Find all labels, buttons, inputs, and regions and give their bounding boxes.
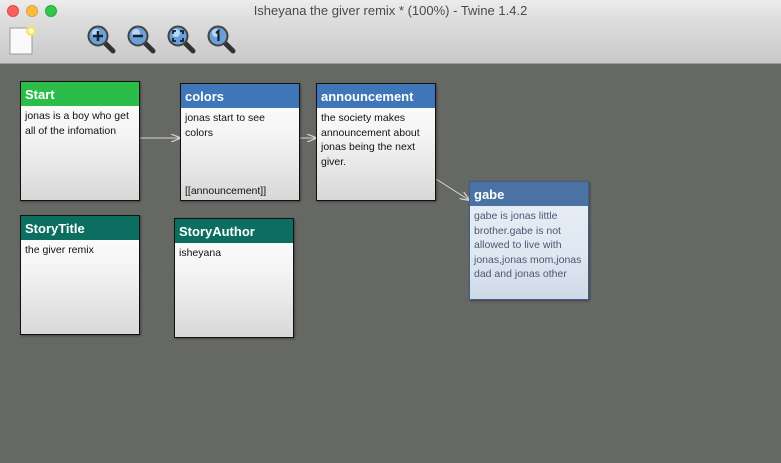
passage-excerpt: isheyana (179, 247, 222, 259)
passage-title: Start (21, 82, 139, 106)
passage-excerpt: jonas start to see colors [[announcement… (185, 112, 267, 197)
title-bar: Isheyana the giver remix * (100%) - Twin… (0, 0, 781, 22)
zoom-actual-icon (207, 25, 236, 54)
passage-storytitle[interactable]: StoryTitle the giver remix (20, 215, 140, 335)
zoom-actual-button[interactable] (206, 24, 236, 54)
passage-colors[interactable]: colors jonas start to see colors [[annou… (180, 83, 300, 201)
toolbar (0, 22, 781, 64)
passage-announcement[interactable]: announcement the society makes announcem… (316, 83, 436, 201)
passage-storyauthor[interactable]: StoryAuthor isheyana (174, 218, 294, 338)
passage-excerpt: jonas is a boy who get all of the infoma… (25, 110, 132, 137)
passage-title: StoryTitle (21, 216, 139, 240)
zoom-out-icon (127, 25, 156, 54)
passage-title: announcement (317, 84, 435, 108)
passage-gabe[interactable]: gabe gabe is jonas little brother.gabe i… (469, 181, 589, 300)
passage-excerpt: the giver remix (25, 244, 94, 256)
link-announcement-gabe (435, 178, 469, 200)
passage-title: StoryAuthor (175, 219, 293, 243)
zoom-out-button[interactable] (126, 24, 156, 54)
zoom-in-icon (87, 25, 116, 54)
passage-excerpt: the society makes announcement about jon… (321, 112, 423, 168)
new-passage-icon (9, 26, 36, 55)
passage-excerpt: gabe is jonas little brother.gabe is not… (474, 210, 585, 280)
passage-title: colors (181, 84, 299, 108)
passage-start[interactable]: Start jonas is a boy who get all of the … (20, 81, 140, 201)
new-passage-button[interactable] (7, 24, 37, 55)
window-title: Isheyana the giver remix * (100%) - Twin… (253, 3, 528, 18)
passage-title: gabe (470, 182, 588, 206)
zoom-fit-button[interactable] (166, 24, 196, 54)
zoom-in-button[interactable] (86, 24, 116, 54)
zoom-fit-icon (167, 25, 196, 54)
story-map-canvas[interactable]: Start jonas is a boy who get all of the … (0, 64, 781, 463)
